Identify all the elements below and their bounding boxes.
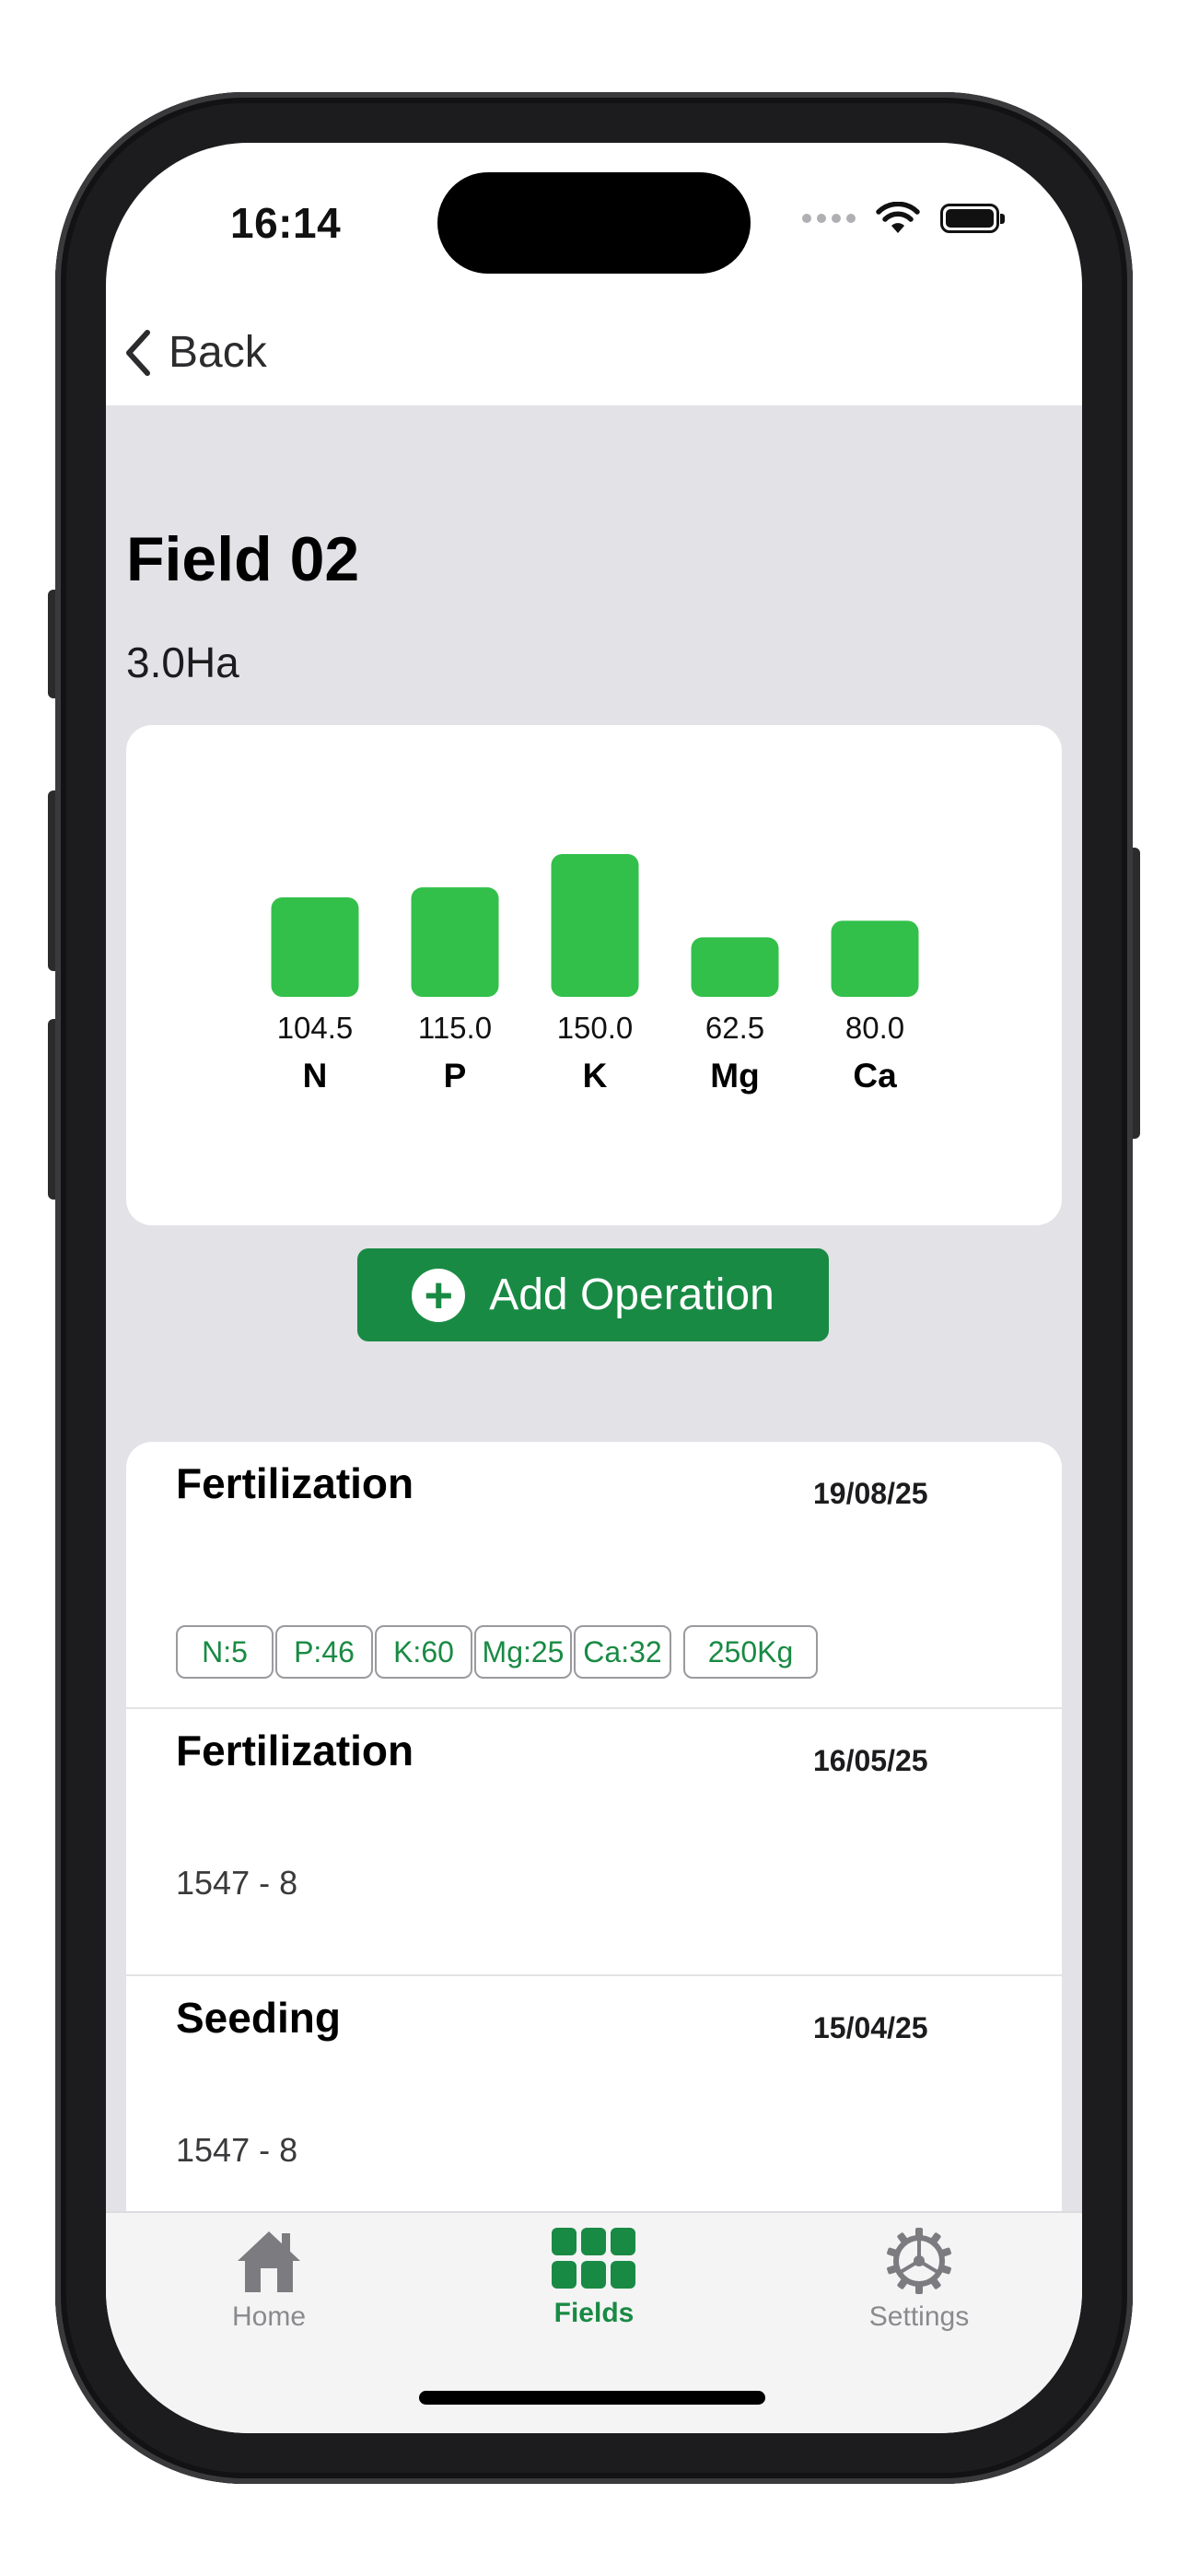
tab-home[interactable]: Home: [158, 2228, 379, 2333]
chip-magnesium: Mg:25: [474, 1625, 572, 1679]
house-icon: [238, 2231, 300, 2292]
bar-ca: [831, 920, 919, 997]
tab-fields[interactable]: Fields: [483, 2228, 705, 2329]
tab-label: Fields: [553, 2298, 635, 2328]
chip-potassium: K:60: [375, 1625, 472, 1679]
nutrient-bar-chart: 104.5 N 115.0 P 150.0 K 62.5 Mg 80.0 Ca: [271, 854, 919, 1095]
bar-p: [411, 887, 499, 997]
status-icons: [802, 202, 1005, 235]
chip-amount: 250Kg: [683, 1625, 818, 1679]
add-operation-label: Add Operation: [489, 1270, 775, 1319]
add-operation-button[interactable]: + Add Operation: [357, 1248, 829, 1341]
category-label: P: [444, 1057, 467, 1095]
screen: 16:14 Back Field 02 3.0Ha 104.5 N 115.0 …: [106, 143, 1082, 2433]
value-label: 150.0: [557, 1011, 634, 1045]
grid-icon: [552, 2228, 635, 2289]
value-label: 115.0: [418, 1011, 492, 1045]
back-label: Back: [169, 328, 267, 377]
nutrient-chart-card: 104.5 N 115.0 P 150.0 K 62.5 Mg 80.0 Ca: [126, 725, 1062, 1225]
operation-date: 19/08/25: [813, 1477, 928, 1510]
operations-list: Fertilization 19/08/25 N:5 P:46 K:60 Mg:…: [126, 1442, 1062, 2271]
field-title: Field 02: [126, 524, 360, 594]
tab-label: Settings: [868, 2301, 970, 2332]
chip-nitrogen: N:5: [176, 1625, 274, 1679]
category-label: K: [583, 1057, 608, 1095]
chip-phosphorus: P:46: [275, 1625, 373, 1679]
home-indicator: [419, 2391, 765, 2405]
bar-k: [551, 854, 639, 997]
operation-title: Fertilization: [176, 1727, 414, 1774]
plus-circle-icon: +: [412, 1268, 466, 1322]
phone-mockup: 16:14 Back Field 02 3.0Ha 104.5 N 115.0 …: [0, 0, 1188, 2576]
operation-title: Fertilization: [176, 1459, 414, 1507]
operation-date: 15/04/25: [813, 2011, 928, 2044]
category-label: N: [303, 1057, 328, 1095]
field-area: 3.0Ha: [126, 638, 239, 686]
operation-subtitle: 1547 - 8: [176, 2131, 298, 2169]
wifi-icon: [876, 202, 920, 233]
chip-calcium: Ca:32: [574, 1625, 671, 1679]
value-label: 62.5: [705, 1011, 764, 1045]
gear-icon: [887, 2228, 951, 2294]
tab-label: Home: [231, 2301, 307, 2332]
bar-n: [271, 897, 359, 997]
field-detail-content: Field 02 3.0Ha 104.5 N 115.0 P 150.0 K 62.5 Mg 8…: [106, 405, 1082, 2271]
operation-title: Seeding: [176, 1994, 341, 2042]
status-time: 16:14: [230, 199, 342, 247]
category-label: Ca: [853, 1057, 897, 1095]
operation-subtitle: 1547 - 8: [176, 1864, 298, 1902]
bar-mg: [691, 937, 779, 997]
battery-icon: [940, 204, 1005, 233]
chevron-left-icon: [126, 329, 150, 376]
operation-date: 16/05/25: [813, 1744, 928, 1777]
value-label: 80.0: [845, 1011, 904, 1045]
operation-row[interactable]: Fertilization 19/08/25 N:5 P:46 K:60 Mg:…: [126, 1442, 1062, 1709]
tab-settings[interactable]: Settings: [809, 2228, 1030, 2333]
operation-row[interactable]: Fertilization 16/05/25 1547 - 8: [126, 1709, 1062, 1976]
cellular-signal-icon: [802, 214, 856, 223]
dynamic-island: [437, 172, 751, 274]
back-button[interactable]: Back: [124, 327, 267, 378]
operation-row[interactable]: Seeding 15/04/25 1547 - 8: [126, 1976, 1062, 2243]
navigation-bar: Back: [106, 299, 1082, 405]
category-label: Mg: [710, 1057, 759, 1095]
value-label: 104.5: [277, 1011, 354, 1045]
